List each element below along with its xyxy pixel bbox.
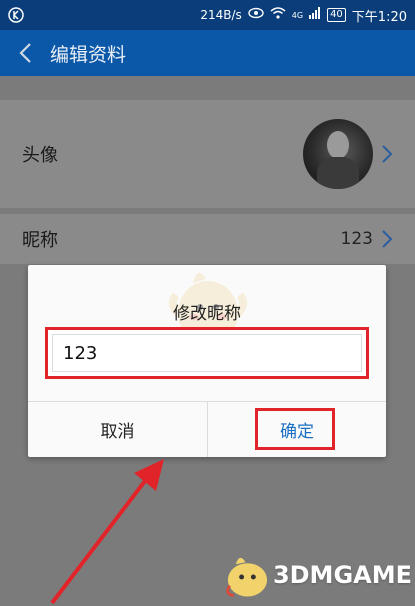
chevron-left-icon (19, 43, 31, 63)
status-bar: 214B/s 4G 40 下午1:20 (0, 0, 415, 30)
watermark-logo-icon (226, 557, 268, 598)
dialog-title: 修改昵称 (173, 304, 241, 324)
chevron-right-icon (382, 230, 393, 248)
page-title: 编辑资料 (50, 43, 127, 66)
app-header: 编辑资料 (0, 30, 415, 76)
avatar-row[interactable]: 头像 (0, 100, 415, 208)
status-time: 下午1:20 (351, 9, 407, 25)
watermark-text: 3DMGAME (272, 561, 412, 589)
notification-icon (8, 6, 32, 24)
site-watermark: 3DMGAME (222, 548, 412, 602)
confirm-button[interactable]: 确定 (208, 402, 386, 457)
nickname-label: 昵称 (22, 230, 58, 251)
network-speed: 214B/s (200, 8, 242, 22)
avatar-label: 头像 (22, 145, 58, 166)
cancel-button[interactable]: 取消 (28, 402, 207, 457)
edit-nickname-dialog: 修改昵称 123 取消 确定 (28, 265, 386, 457)
wifi-icon (270, 7, 286, 23)
nickname-value: 123 (340, 229, 373, 249)
battery-indicator: 40 (327, 8, 346, 22)
red-arrow-annotation (50, 459, 164, 605)
nickname-input[interactable]: 123 (52, 334, 362, 372)
nickname-input-highlight: 123 (45, 327, 369, 379)
avatar (303, 119, 373, 189)
chevron-right-icon (382, 145, 393, 163)
back-button[interactable] (0, 30, 50, 76)
signal-type: 4G (291, 10, 304, 20)
eye-icon (248, 7, 264, 23)
signal-icon (309, 7, 321, 23)
nickname-row[interactable]: 昵称 123 (0, 214, 415, 264)
